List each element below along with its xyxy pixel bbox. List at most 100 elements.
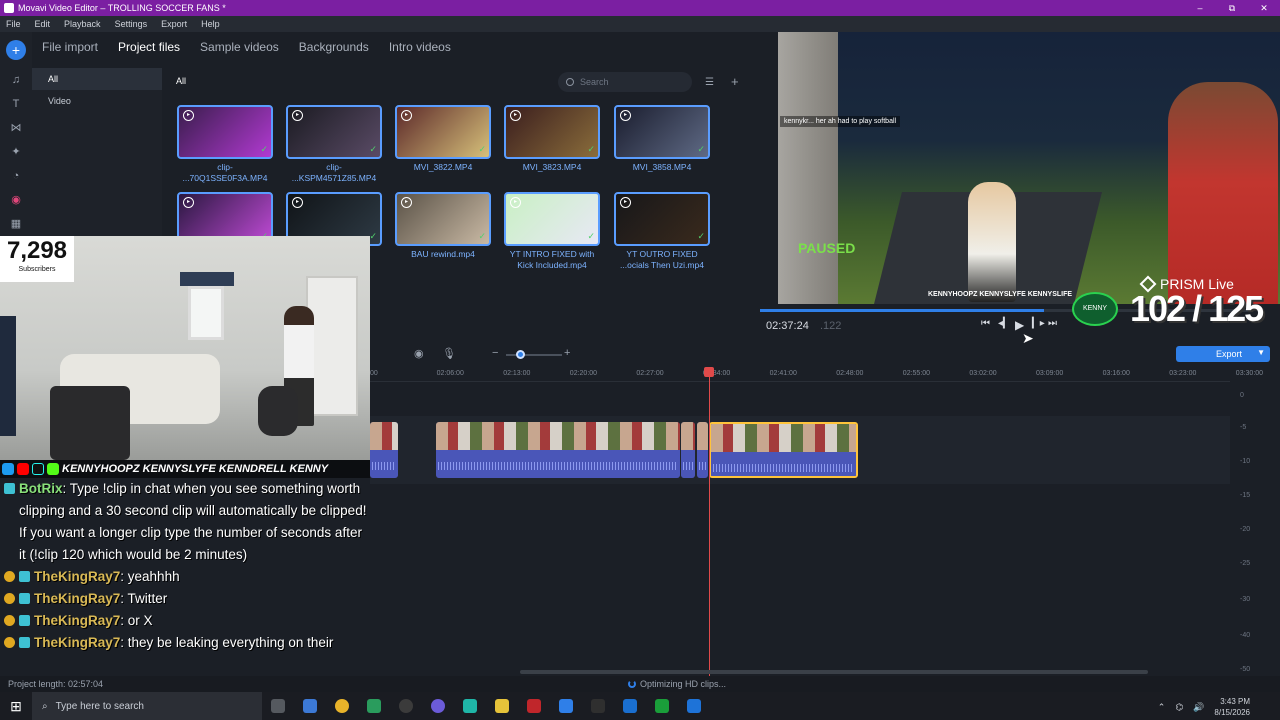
obs-icon[interactable] [399,699,413,713]
skip-end-icon[interactable]: ⏭ [1048,318,1057,329]
export-button[interactable]: Export ▼ [1176,346,1270,362]
media-tile[interactable]: ▸ ✓ clip- ...KSPM4571Z85.MP4 [286,105,382,184]
sort-icon[interactable]: ☰ [705,77,714,88]
zoom-slider-handle[interactable] [516,350,525,359]
audio-meter: 0 -5 -10 -15 -20 -25 -30 -40 -50 [1232,384,1280,676]
app-icon[interactable] [527,699,541,713]
video-preview[interactable]: kennykr... her ah had to play softball P… [778,32,1280,304]
project-length: Project length: 02:57:04 [8,679,104,689]
xbox-icon[interactable] [655,699,669,713]
media-tile[interactable]: ▸ ✓ clip- ...70Q1SSE0F3A.MP4 [177,105,273,184]
youtube-icon [17,463,29,475]
check-icon: ✓ [587,144,595,154]
media-caption: clip- ...70Q1SSE0F3A.MP4 [177,162,273,184]
minimize-button[interactable]: – [1184,0,1216,16]
copilot-icon[interactable] [303,699,317,713]
meter-label: -25 [1240,560,1251,567]
magic-icon[interactable]: ✦ [9,145,23,159]
menu-file[interactable]: File [6,19,21,29]
timeline-scrollbar[interactable] [520,670,1148,674]
clock[interactable]: 3:43 PM 8/15/2026 [1214,696,1250,718]
media-tile[interactable]: ▸ ✓ MVI_3823.MP4 [504,105,600,173]
tab-backgrounds[interactable]: Backgrounds [289,36,379,60]
media-thumbnail: ▸✓ [177,105,273,159]
app-icon[interactable] [463,699,477,713]
play-icon: ▸ [292,197,303,208]
goal-counter: 102 / 125 [1130,288,1264,329]
menu-playback[interactable]: Playback [64,19,101,29]
windows-start-icon[interactable]: ⊞ [0,698,32,715]
menu-settings[interactable]: Settings [115,19,148,29]
chat-username: TheKingRay7 [34,591,121,606]
timeline-clip[interactable] [681,422,695,478]
timeline-toolbar: ◉ 🎙 − + [370,344,1178,366]
media-tile[interactable]: ▸ ✓ MVI_3822.MP4 [395,105,491,173]
media-tile[interactable]: ▸ ✓ YT OUTRO FIXED ...ocials Then Uzi.mp4 [614,192,710,271]
sub-badge-icon [19,593,30,604]
tab-project-files[interactable]: Project files [108,36,190,60]
outlook-icon[interactable] [623,699,637,713]
timeline-clip[interactable] [370,422,398,478]
more-icon[interactable]: ▦ [9,217,23,231]
clock-date: 8/15/2026 [1214,708,1250,717]
bits-badge-icon [4,615,15,626]
task-view-icon[interactable] [271,699,285,713]
skip-start-icon[interactable]: ⏮ [981,318,990,329]
media-tile[interactable]: ▸ ✓ BAU rewind.mp4 [395,192,491,260]
file-explorer-icon[interactable] [495,699,509,713]
play-icon: ▸ [183,110,194,121]
add-folder-icon[interactable]: + [731,74,739,89]
ruler-tick-label: 00 [370,370,378,377]
maximize-button[interactable]: ⧉ [1216,0,1248,16]
media-tile[interactable]: ▸ ✓ YT INTRO FIXED with Kick Included.mp4 [504,192,600,271]
timeline-ruler[interactable]: 00 02:06:00 02:13:00 02:20:00 02:27:00 02:34:… [370,366,1263,382]
taskbar-search[interactable]: ⌕ Type here to search [32,692,262,720]
timeline-clip[interactable] [697,422,708,478]
menu-export[interactable]: Export [161,19,187,29]
effects-icon[interactable]: ◔ [9,169,23,183]
playhead-handle[interactable] [704,367,714,377]
chrome-icon[interactable] [335,699,349,713]
chevron-down-icon[interactable]: ▼ [1257,348,1265,357]
search-input[interactable]: Search [558,72,692,92]
app-icon[interactable] [431,699,445,713]
store-icon[interactable] [367,699,381,713]
zoom-out-icon[interactable]: − [492,347,498,359]
social-handles-bar: KENNYHOOPZ KENNYSLYFE KENNDRELL KENNY [0,460,370,478]
network-icon[interactable]: ⌬ [1175,702,1183,713]
media-tile[interactable]: ▸ ✓ MVI_3858.MP4 [614,105,710,173]
chat-text: : Type !clip in chat when you see someth… [19,481,367,562]
category-video[interactable]: Video [32,90,162,112]
movavi-taskbar-icon[interactable] [559,699,573,713]
media-thumbnail: ▸✓ [504,105,600,159]
clip-video-thumbnails [711,424,856,452]
zoom-slider[interactable] [506,354,562,356]
category-all[interactable]: All [32,68,162,90]
menu-edit[interactable]: Edit [35,19,51,29]
selected-timeline-clip[interactable] [709,422,858,478]
music-icon[interactable]: ♫ [9,73,23,87]
playhead[interactable] [709,370,710,676]
text-icon[interactable]: T [9,97,23,111]
next-frame-icon[interactable]: ▎▸ [1032,318,1045,329]
app-icon[interactable] [687,699,701,713]
tab-sample-videos[interactable]: Sample videos [190,36,289,60]
microphone-icon[interactable]: 🎙 [442,347,456,360]
preview-person-bending [968,182,1016,302]
record-screen-icon[interactable]: ◉ [414,347,424,360]
play-icon: ▸ [183,197,194,208]
chat-text: : yeahhhh [120,569,180,584]
volume-icon[interactable]: 🔊 [1193,702,1204,713]
tab-intro-videos[interactable]: Intro videos [379,36,461,60]
menu-help[interactable]: Help [201,19,220,29]
timeline-clip[interactable] [436,422,680,478]
filters-icon[interactable]: ◉ [9,193,23,207]
zoom-in-icon[interactable]: + [564,347,570,359]
capcut-icon[interactable] [591,699,605,713]
tab-file-import[interactable]: File import [32,36,108,60]
prev-frame-icon[interactable]: ◂▎ [998,318,1011,329]
add-media-button[interactable]: + [6,40,26,60]
tray-chevron-icon[interactable]: ⌃ [1158,702,1166,713]
transitions-icon[interactable]: ⋈ [9,121,23,135]
close-button[interactable]: ✕ [1248,0,1280,16]
